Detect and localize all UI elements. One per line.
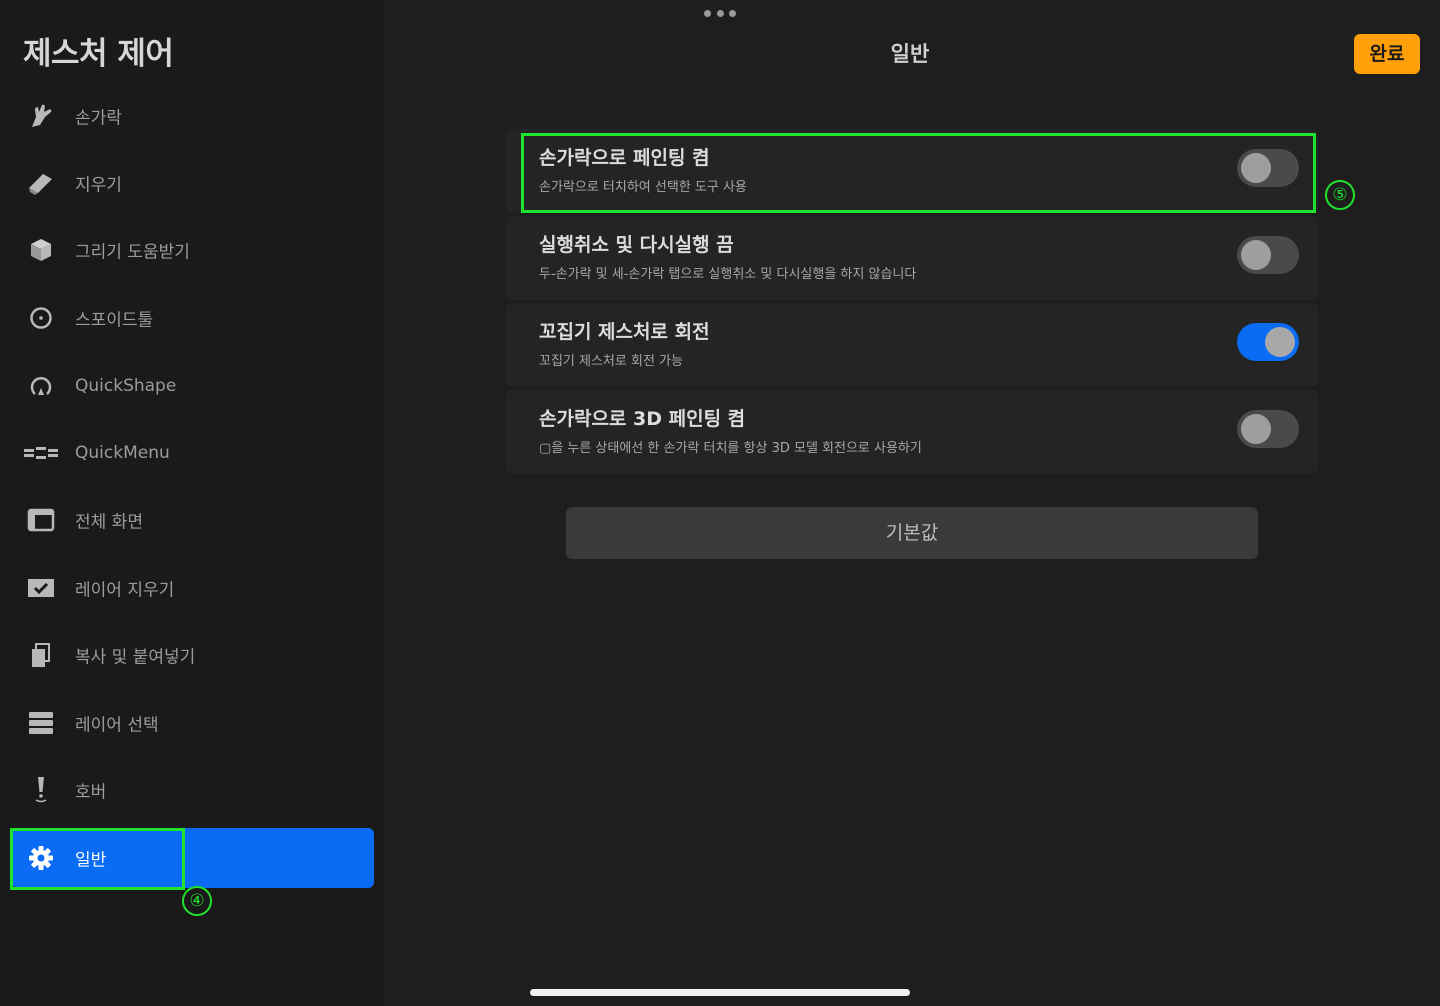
sidebar-item-clear-layer[interactable]: 레이어 지우기 [12, 558, 374, 618]
sidebar-item-label: 레이어 선택 [75, 715, 159, 736]
setting-description: ▢을 누른 상태에선 한 손가락 터치를 항상 3D 모델 회전으로 사용하기 [539, 441, 922, 456]
sidebar-item-label: 일반 [75, 850, 107, 871]
eraser-icon [26, 168, 56, 198]
quickshape-icon [26, 371, 56, 401]
sidebar-item-general[interactable]: 일반 [12, 828, 374, 888]
quickmenu-icon [22, 438, 60, 468]
toggle-knob [1265, 327, 1295, 357]
sidebar-item-label: 지우기 [75, 175, 122, 196]
home-indicator[interactable] [530, 989, 910, 996]
setting-title: 꼬집기 제스처로 회전 [539, 321, 710, 343]
gear-icon [26, 843, 56, 873]
setting-title: 손가락으로 페인팅 켬 [539, 147, 710, 169]
3d-finger-painting-toggle[interactable] [1237, 410, 1299, 448]
toggle-knob [1241, 414, 1271, 444]
sidebar-item-label: 호버 [75, 782, 107, 803]
sidebar-item-label: 복사 및 붙여넣기 [75, 647, 196, 668]
sidebar-item-fullscreen[interactable]: 전체 화면 [12, 490, 374, 550]
clear-layer-icon [26, 573, 56, 603]
finger-painting-toggle[interactable] [1237, 149, 1299, 187]
pinch-rotate-toggle[interactable] [1237, 323, 1299, 361]
setting-row-undo-redo: 실행취소 및 다시실행 끔 두-손가락 및 세-손가락 탭으로 실행취소 및 다… [506, 216, 1318, 300]
sidebar-item-quickshape[interactable]: QuickShape [12, 356, 374, 416]
eyedropper-circle-icon [26, 303, 56, 333]
annotation-marker-4: ④ [182, 886, 212, 916]
setting-description: 두-손가락 및 세-손가락 탭으로 실행취소 및 다시실행을 하지 않습니다 [539, 267, 917, 282]
sidebar-item-select-layer[interactable]: 레이어 선택 [12, 693, 374, 753]
toggle-knob [1241, 240, 1271, 270]
sidebar-item-drawing-assist[interactable]: 그리기 도움받기 [12, 220, 374, 280]
sidebar-item-label: 스포이드툴 [75, 310, 154, 331]
done-button[interactable]: 완료 [1354, 34, 1420, 74]
multitasking-dots-icon[interactable] [704, 10, 736, 18]
reset-defaults-button[interactable]: 기본값 [566, 507, 1258, 559]
setting-row-finger-painting: 손가락으로 페인팅 켬 손가락으로 터치하여 선택한 도구 사용 [506, 129, 1318, 213]
layers-icon [26, 708, 56, 738]
annotation-marker-5: ⑤ [1325, 180, 1355, 210]
sidebar-item-copy-paste[interactable]: 복사 및 붙여넣기 [12, 625, 374, 685]
sidebar-item-label: 전체 화면 [75, 512, 143, 533]
setting-title: 실행취소 및 다시실행 끔 [539, 234, 734, 256]
sidebar: 제스처 제어 손가락 지우기 그리기 도움받기 스포이드툴 QuickShape [0, 0, 384, 1006]
sidebar-item-label: QuickShape [75, 376, 177, 396]
setting-description: 손가락으로 터치하여 선택한 도구 사용 [539, 180, 747, 195]
copy-paste-icon [26, 640, 56, 670]
sidebar-item-label: 레이어 지우기 [75, 580, 175, 601]
setting-row-3d-finger-painting: 손가락으로 3D 페인팅 켬 ▢을 누른 상태에선 한 손가락 터치를 항상 3… [506, 390, 1318, 474]
finger-icon [26, 101, 56, 131]
sidebar-item-quickmenu[interactable]: QuickMenu [12, 423, 374, 483]
setting-title: 손가락으로 3D 페인팅 켬 [539, 408, 746, 430]
page-title: 일반 [890, 42, 930, 66]
sidebar-item-hover[interactable]: 호버 [12, 760, 374, 820]
toggle-knob [1241, 153, 1271, 183]
sidebar-item-label: 그리기 도움받기 [75, 242, 190, 263]
hover-pencil-icon [26, 775, 56, 805]
sidebar-item-finger[interactable]: 손가락 [12, 86, 374, 146]
sidebar-title: 제스처 제어 [23, 36, 174, 72]
undo-redo-toggle[interactable] [1237, 236, 1299, 274]
setting-row-pinch-rotate: 꼬집기 제스처로 회전 꼬집기 제스처로 회전 가능 [506, 303, 1318, 387]
cube-icon [26, 235, 56, 265]
setting-description: 꼬집기 제스처로 회전 가능 [539, 354, 683, 369]
fullscreen-icon [26, 505, 56, 535]
sidebar-item-eraser[interactable]: 지우기 [12, 153, 374, 213]
sidebar-item-label: QuickMenu [75, 443, 170, 463]
sidebar-item-eyedropper[interactable]: 스포이드툴 [12, 288, 374, 348]
sidebar-item-label: 손가락 [75, 108, 122, 129]
